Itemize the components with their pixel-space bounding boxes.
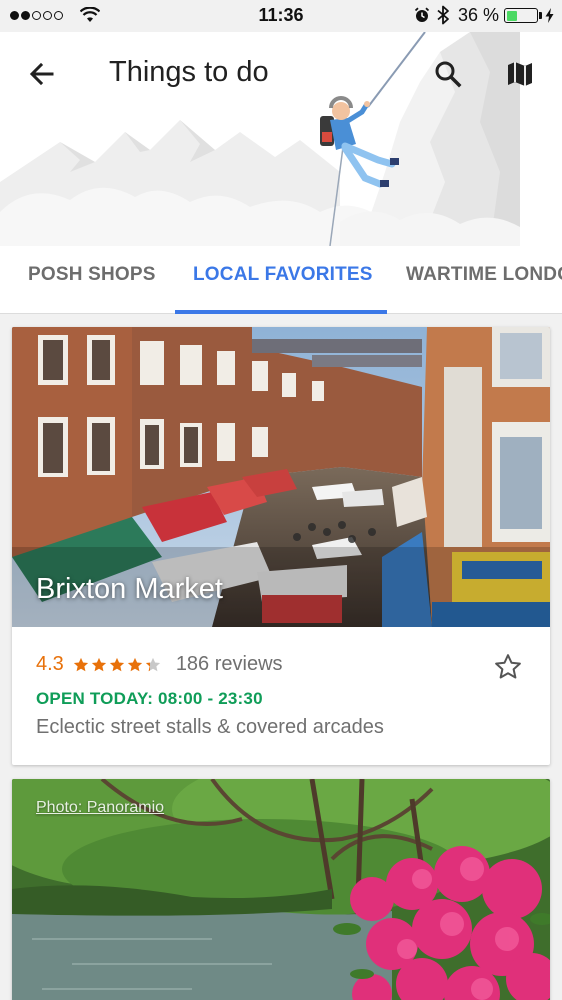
alarm-icon xyxy=(414,7,430,22)
place-photo[interactable]: Photo: Panoramio xyxy=(12,779,550,1000)
bluetooth-icon xyxy=(437,5,449,25)
battery-icon xyxy=(504,8,538,23)
place-card[interactable]: Brixton Market 4.3 186 reviews OPEN TODA… xyxy=(12,327,550,765)
battery-percent: 36 % xyxy=(458,5,500,25)
rating-star-icon xyxy=(73,657,88,671)
screen: 11:36 36 % Things to do POSH SHOPS LOCAL… xyxy=(0,0,562,1000)
place-description: Eclectic street stalls & covered arcades xyxy=(36,716,384,738)
place-card[interactable]: Photo: Panoramio xyxy=(12,779,550,1000)
rating-star-icon xyxy=(91,657,106,671)
status-bar: 11:36 36 % xyxy=(0,0,562,32)
battery-cap xyxy=(539,12,542,19)
review-count[interactable]: 186 reviews xyxy=(176,653,283,676)
rating-star-icon xyxy=(109,657,124,671)
back-button[interactable] xyxy=(22,54,62,94)
climber-illustration xyxy=(0,32,520,246)
search-icon xyxy=(435,61,462,88)
rating-value: 4.3 xyxy=(36,653,64,675)
tab-local-favorites[interactable]: LOCAL FAVORITES xyxy=(193,246,373,313)
charging-icon xyxy=(545,8,554,23)
active-tab-indicator xyxy=(175,310,387,314)
rating-star-icon xyxy=(145,657,160,671)
category-tabs: POSH SHOPS LOCAL FAVORITES WARTIME LONDO… xyxy=(0,246,562,314)
rating-row: 4.3 186 reviews xyxy=(36,653,283,676)
place-info: 4.3 186 reviews OPEN TODAY: 08:00 - 23:3… xyxy=(12,627,550,765)
rating-stars xyxy=(72,656,162,674)
rating-star-icon xyxy=(127,657,142,671)
place-title: Brixton Market xyxy=(36,573,223,605)
map-icon xyxy=(508,62,532,86)
battery-level xyxy=(506,10,517,21)
arrow-left-icon xyxy=(29,62,54,86)
star-outline-icon xyxy=(495,654,521,679)
page-title: Things to do xyxy=(109,56,269,88)
app-header: Things to do xyxy=(0,32,562,246)
tab-posh-shops[interactable]: POSH SHOPS xyxy=(28,246,156,313)
map-button[interactable] xyxy=(500,54,540,94)
place-photo[interactable]: Brixton Market xyxy=(12,327,550,627)
search-button[interactable] xyxy=(428,54,468,94)
photo-credit-link[interactable]: Photo: Panoramio xyxy=(36,799,164,817)
save-place-button[interactable] xyxy=(490,649,526,685)
open-hours: OPEN TODAY: 08:00 - 23:30 xyxy=(36,689,263,708)
tab-wartime-london[interactable]: WARTIME LONDON xyxy=(406,246,562,313)
